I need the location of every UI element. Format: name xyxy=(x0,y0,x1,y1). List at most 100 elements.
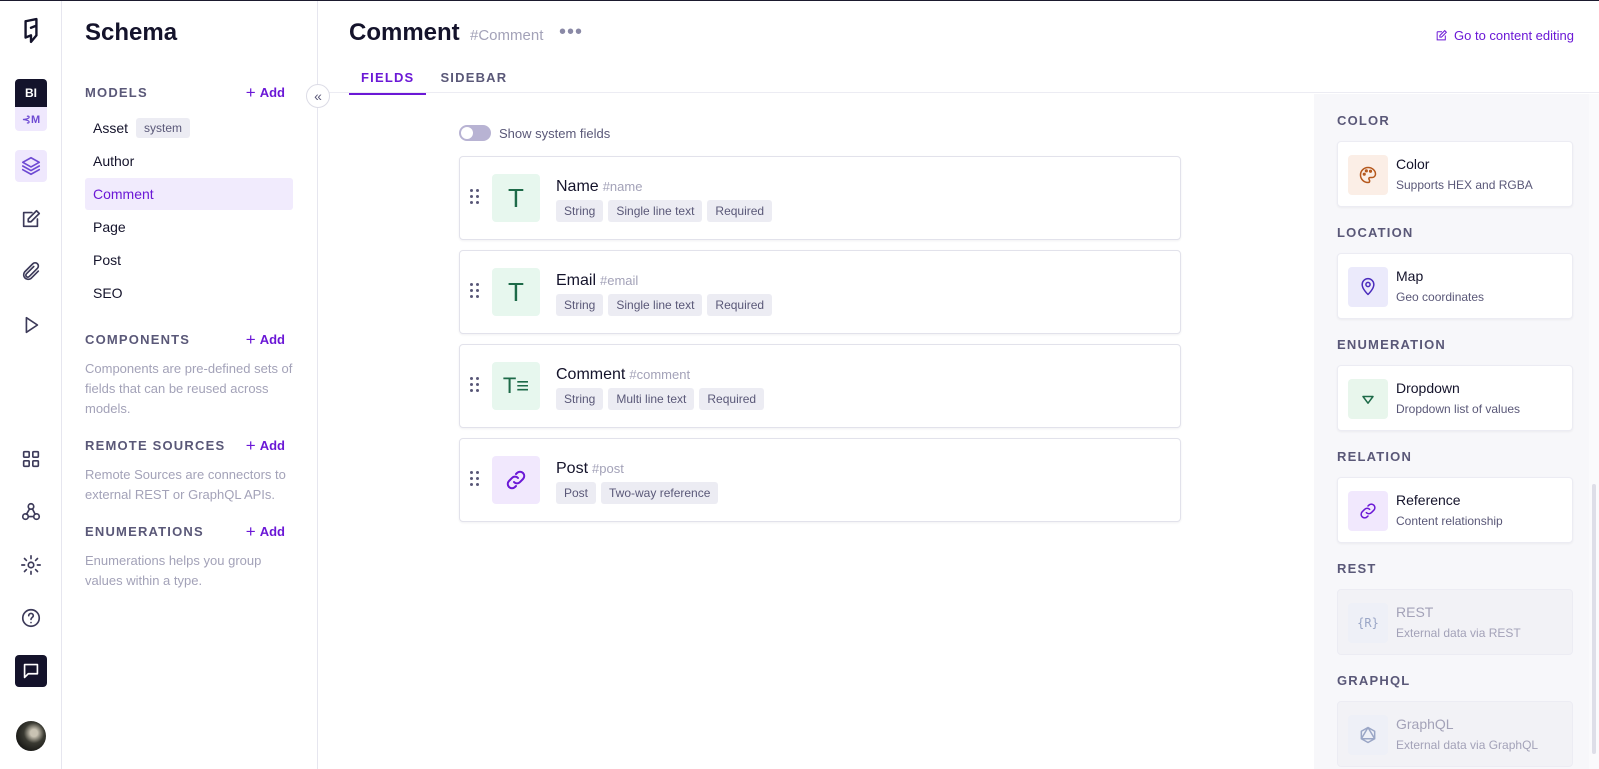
content-icon[interactable] xyxy=(15,203,47,235)
models-title: MODELS xyxy=(85,85,148,100)
field-type-name: Color xyxy=(1396,156,1430,172)
field-type-reference[interactable]: Reference Content relationship xyxy=(1337,477,1573,543)
project-initials: BI xyxy=(15,79,47,107)
schema-sidebar: Schema MODELS + Add Asset system Author C… xyxy=(63,1,318,769)
model-title: Comment xyxy=(349,19,460,46)
model-item-post[interactable]: Post xyxy=(85,244,293,276)
settings-icon[interactable] xyxy=(15,549,47,581)
field-card-email[interactable]: T Email #email String Single line text Re… xyxy=(459,250,1181,334)
chevrons-left-icon: « xyxy=(314,88,322,104)
field-type-name: Map xyxy=(1396,268,1424,284)
avatar[interactable] xyxy=(16,721,46,751)
model-item-asset[interactable]: Asset system xyxy=(85,112,293,144)
field-type-graphql[interactable]: GraphQL External data via GraphQL xyxy=(1337,701,1573,767)
chat-icon[interactable] xyxy=(15,655,47,687)
drag-handle-icon[interactable] xyxy=(470,471,480,489)
field-type-map[interactable]: Map Geo coordinates xyxy=(1337,253,1573,319)
add-component-button[interactable]: + Add xyxy=(246,331,285,348)
field-type-description: External data via GraphQL xyxy=(1396,738,1539,752)
field-type-rest[interactable]: {R} REST External data via REST xyxy=(1337,589,1573,655)
playground-icon[interactable] xyxy=(15,309,47,341)
field-tag: String xyxy=(556,200,604,222)
drag-handle-icon[interactable] xyxy=(470,283,480,301)
components-title: COMPONENTS xyxy=(85,332,191,347)
field-tag: Required xyxy=(699,388,765,410)
add-enumeration-button[interactable]: + Add xyxy=(246,523,285,540)
go-to-content-editing-link[interactable]: Go to content editing xyxy=(1435,28,1574,43)
model-tabs: FIELDS SIDEBAR xyxy=(349,63,521,95)
field-type-color[interactable]: Color Supports HEX and RGBA xyxy=(1337,141,1573,207)
field-type-name: Dropdown xyxy=(1396,380,1460,396)
field-tags: String Single line text Required xyxy=(556,200,773,222)
field-type-dropdown[interactable]: Dropdown Dropdown list of values xyxy=(1337,365,1573,431)
field-api-id: #comment xyxy=(629,367,691,382)
multiline-text-field-icon: T≡ xyxy=(492,362,540,410)
field-type-description: External data via REST xyxy=(1396,626,1521,640)
more-options-button[interactable]: ••• xyxy=(559,21,583,44)
system-fields-toggle-row: Show system fields xyxy=(459,125,610,141)
field-types-scrollbar[interactable] xyxy=(1589,94,1599,769)
field-tags: String Single line text Required xyxy=(556,294,773,316)
system-fields-toggle[interactable] xyxy=(459,125,491,141)
drag-handle-icon[interactable] xyxy=(470,377,480,395)
link-icon xyxy=(1348,491,1388,531)
category-color: COLOR xyxy=(1337,113,1390,128)
field-tag: Single line text xyxy=(608,294,703,316)
field-type-description: Geo coordinates xyxy=(1396,290,1485,304)
field-tag: Two-way reference xyxy=(601,482,719,504)
field-name: Comment xyxy=(556,366,626,383)
enumerations-title: ENUMERATIONS xyxy=(85,524,204,539)
dropdown-icon xyxy=(1348,379,1388,419)
assets-icon[interactable] xyxy=(15,256,47,288)
add-remote-source-button[interactable]: + Add xyxy=(246,437,285,454)
tab-sidebar[interactable]: SIDEBAR xyxy=(428,63,519,95)
edit-icon xyxy=(1436,29,1448,41)
field-api-id: #post xyxy=(592,461,624,476)
field-name: Email xyxy=(556,272,597,289)
logo-icon[interactable] xyxy=(15,15,47,47)
field-tag: Single line text xyxy=(608,200,703,222)
tab-fields[interactable]: FIELDS xyxy=(349,63,427,95)
field-card-post[interactable]: Post #post Post Two-way reference xyxy=(459,438,1181,522)
schema-icon[interactable] xyxy=(15,150,47,182)
category-graphql: GRAPHQL xyxy=(1337,673,1411,688)
field-name: Name xyxy=(556,178,599,195)
components-description: Components are pre-defined sets of field… xyxy=(85,361,293,416)
drag-handle-icon[interactable] xyxy=(470,189,480,207)
schema-title: Schema xyxy=(85,19,178,46)
add-model-button[interactable]: + Add xyxy=(246,84,285,101)
field-tags: Post Two-way reference xyxy=(556,482,719,504)
collapse-sidebar-button[interactable]: « xyxy=(306,84,330,108)
system-badge: system xyxy=(136,118,191,138)
remote-sources-title: REMOTE SOURCES xyxy=(85,438,226,453)
category-rest: REST xyxy=(1337,561,1377,576)
field-type-description: Supports HEX and RGBA xyxy=(1396,178,1533,192)
project-sub: ⊰M xyxy=(15,107,47,131)
field-type-name: GraphQL xyxy=(1396,716,1454,732)
field-type-description: Dropdown list of values xyxy=(1396,402,1521,416)
field-api-id: #name xyxy=(602,179,643,194)
field-type-name: Reference xyxy=(1396,492,1461,508)
model-item-seo[interactable]: SEO xyxy=(85,277,293,309)
model-api-id: #Comment xyxy=(470,27,544,44)
webhooks-icon[interactable] xyxy=(15,496,47,528)
rest-icon: {R} xyxy=(1348,603,1388,643)
text-field-icon: T xyxy=(492,268,540,316)
enumerations-description: Enumerations helps you group values with… xyxy=(85,553,262,588)
field-tags: String Multi line text Required xyxy=(556,388,765,410)
field-name: Post xyxy=(556,460,589,477)
remote-sources-description: Remote Sources are connectors to externa… xyxy=(85,467,286,502)
apps-icon[interactable] xyxy=(15,443,47,475)
icon-rail: BI ⊰M xyxy=(0,1,62,769)
field-type-description: Content relationship xyxy=(1396,514,1503,528)
field-card-comment[interactable]: T≡ Comment #comment String Multi line tex… xyxy=(459,344,1181,428)
model-item-page[interactable]: Page xyxy=(85,211,293,243)
palette-icon xyxy=(1348,155,1388,195)
help-icon[interactable] xyxy=(15,602,47,634)
field-card-name[interactable]: T Name #name String Single line text Requ… xyxy=(459,156,1181,240)
model-item-comment[interactable]: Comment xyxy=(85,178,293,210)
link-icon xyxy=(492,456,540,504)
project-switcher[interactable]: BI ⊰M xyxy=(15,79,47,131)
scrollbar-thumb[interactable] xyxy=(1592,484,1596,754)
model-item-author[interactable]: Author xyxy=(85,145,293,177)
